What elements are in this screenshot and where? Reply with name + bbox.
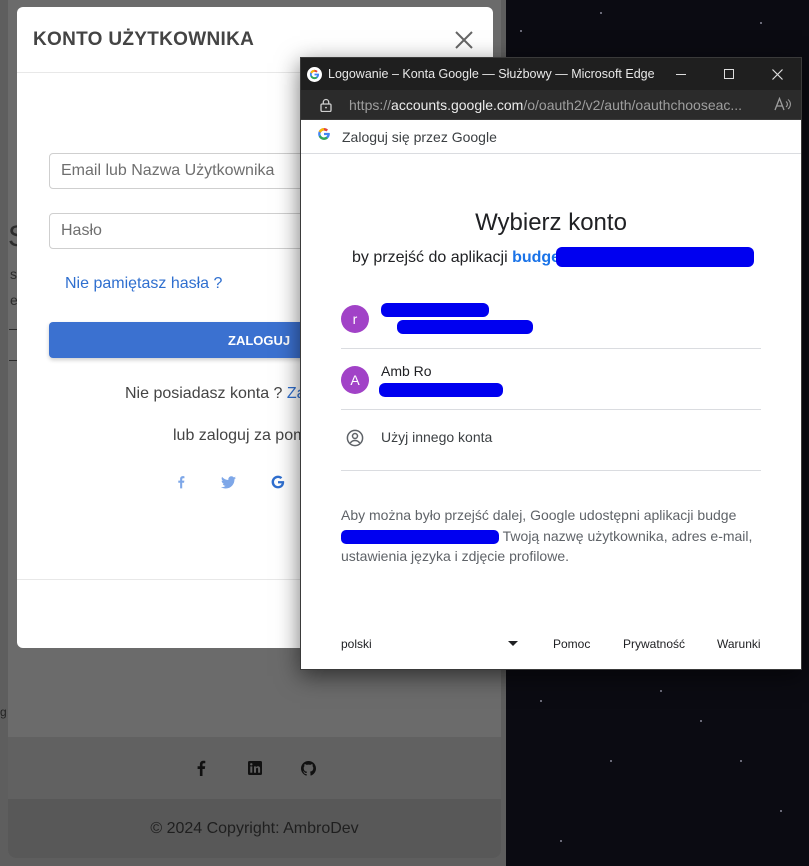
star <box>520 30 522 32</box>
account-circle-icon <box>346 429 364 447</box>
browser-popup-window: Logowanie – Konta Google — Służbowy — Mi… <box>300 57 802 670</box>
privacy-link[interactable]: Prywatność <box>623 637 685 651</box>
star <box>740 760 742 762</box>
google-footer: polski Pomoc Prywatność Warunki <box>301 622 801 662</box>
facebook-icon[interactable] <box>176 473 186 491</box>
twitter-icon[interactable] <box>220 473 236 491</box>
background-text-fragment: s <box>10 266 17 282</box>
url-path: /o/oauth2/v2/auth/oauthchooseac... <box>523 96 743 113</box>
close-icon[interactable] <box>451 27 477 53</box>
redaction-mark <box>379 383 503 397</box>
url-host: accounts.google.com <box>391 96 524 113</box>
google-icon[interactable] <box>270 473 286 491</box>
window-title: Logowanie – Konta Google — Służbowy — Mi… <box>328 67 655 81</box>
no-account-text: Nie posiadasz konta ? <box>125 385 283 402</box>
redaction-mark <box>381 303 489 317</box>
minimize-icon[interactable] <box>657 58 705 90</box>
social-login-text: lub zaloguj za pom <box>173 427 307 444</box>
chevron-down-icon[interactable] <box>508 641 518 646</box>
star <box>760 22 762 24</box>
google-logo-icon <box>317 127 331 146</box>
no-account-row: Nie posiadasz konta ? Za <box>125 385 306 403</box>
modal-title: KONTO UŻYTKOWNIKA <box>33 28 255 50</box>
star <box>600 12 602 14</box>
url-text: https://accounts.google.com/o/oauth2/v2/… <box>349 97 773 113</box>
account-chooser: Wybierz konto by przejść do aplikacji bu… <box>301 154 801 669</box>
lock-icon[interactable] <box>319 98 333 112</box>
maximize-icon[interactable] <box>705 58 753 90</box>
account-item[interactable]: r <box>341 288 761 349</box>
redaction-mark <box>341 529 499 544</box>
app-name-link[interactable]: budge <box>512 249 560 266</box>
close-window-icon[interactable] <box>753 58 801 90</box>
avatar: A <box>341 366 369 394</box>
url-prefix: https:// <box>349 96 392 113</box>
help-link[interactable]: Pomoc <box>553 637 590 651</box>
linkedin-icon[interactable] <box>246 759 264 777</box>
background-text-fragment: g <box>0 705 7 719</box>
disclaimer-part-1: Aby można było przejść dalej, Google udo… <box>341 507 737 523</box>
redaction-mark <box>556 247 754 267</box>
star <box>610 760 612 762</box>
star <box>660 690 662 692</box>
page-title: Wybierz konto <box>475 209 627 236</box>
address-bar[interactable]: https://accounts.google.com/o/oauth2/v2/… <box>301 90 801 120</box>
avatar: r <box>341 305 369 333</box>
google-signin-header: Zaloguj się przez Google <box>301 120 801 154</box>
subtitle-text: by przejść do aplikacji <box>352 249 508 266</box>
use-another-account[interactable]: Użyj innego konta <box>341 410 761 471</box>
account-item[interactable]: A Amb Ro <box>341 349 761 410</box>
copyright-text: © 2024 Copyright: AmbroDev <box>8 799 501 858</box>
footer-social-bar <box>8 737 501 799</box>
facebook-icon[interactable] <box>192 759 210 777</box>
terms-link[interactable]: Warunki <box>717 637 761 651</box>
forgot-password-link[interactable]: Nie pamiętasz hasła ? <box>65 275 222 293</box>
language-select[interactable]: polski <box>341 637 372 651</box>
consent-disclaimer: Aby można było przejść dalej, Google udo… <box>341 505 765 567</box>
signin-with-google-label: Zaloguj się przez Google <box>342 128 497 145</box>
github-icon[interactable] <box>300 759 318 777</box>
google-logo-icon <box>307 66 322 82</box>
star <box>780 810 782 812</box>
window-titlebar: Logowanie – Konta Google — Służbowy — Mi… <box>301 58 801 90</box>
star <box>700 720 702 722</box>
redaction-mark <box>397 320 533 334</box>
page-subtitle: by przejść do aplikacji budge <box>352 249 560 267</box>
account-name: Amb Ro <box>381 363 432 379</box>
star <box>560 840 562 842</box>
window-controls <box>657 58 801 90</box>
star <box>540 700 542 702</box>
read-aloud-icon[interactable] <box>773 96 793 113</box>
use-another-account-label: Użyj innego konta <box>381 429 493 445</box>
account-list: r A Amb Ro Użyj innego konta <box>341 288 761 471</box>
